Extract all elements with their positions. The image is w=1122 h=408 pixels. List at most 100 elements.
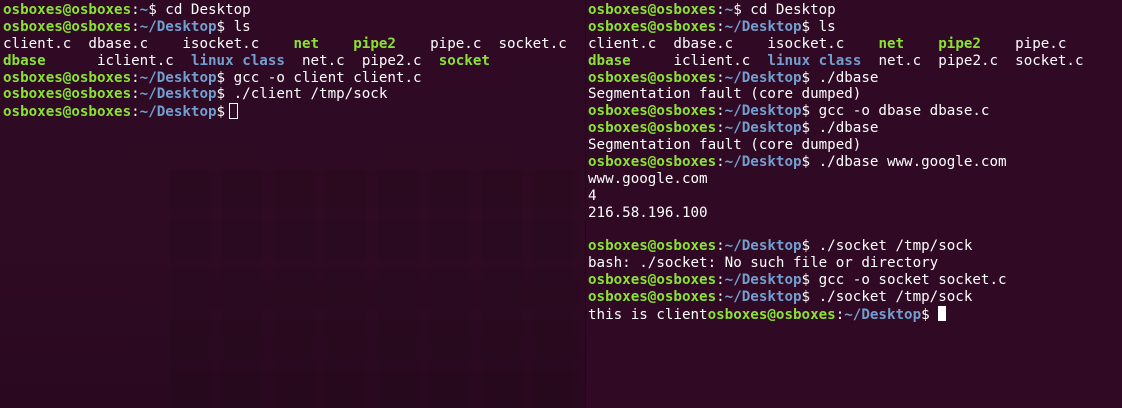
prompt-user: osboxes@osboxes [588, 120, 717, 137]
file-entry: client.c [588, 35, 674, 52]
terminal-line: osboxes@osboxes:~/Desktop$ ./socket /tmp… [588, 238, 973, 255]
prompt-path: ~/Desktop [724, 103, 802, 120]
file-entry: pipe.c [1015, 35, 1067, 52]
command-text: ./dbase [810, 69, 879, 86]
file-entry: client.c [3, 35, 89, 52]
command-text: ls [225, 18, 251, 35]
prompt-path: ~/Desktop [139, 86, 217, 103]
prompt-user: osboxes@osboxes [588, 69, 717, 86]
executable-entry: dbase [588, 52, 631, 69]
prompt-path: ~ [139, 2, 149, 18]
desktop: osboxes@osboxes:~$ cd Desktop osboxes@os… [0, 0, 1122, 408]
prompt-path: ~/Desktop [724, 238, 802, 255]
terminal-line: osboxes@osboxes:~/Desktop$ ./socket /tmp… [588, 289, 973, 306]
terminal-line: osboxes@osboxes:~/Desktop$ gcc -o socket… [588, 272, 1007, 289]
command-text: cd Desktop [156, 2, 251, 18]
prompt-user: osboxes@osboxes [3, 104, 132, 121]
file-entry: pipe2.c [361, 52, 439, 69]
executable-entry: dbase [3, 52, 46, 69]
executable-entry: pipe2 [353, 35, 396, 52]
prompt-path: ~/Desktop [724, 120, 802, 137]
terminal-right[interactable]: osboxes@osboxes:~$ cd Desktop osboxes@os… [585, 0, 1122, 408]
ls-output-line: dbase iclient.c linux class net.c pipe2.… [586, 53, 1122, 70]
ls-output-line: client.c dbase.c isocket.c net pipe2 pip… [586, 36, 1122, 53]
file-entry: dbase.c [673, 35, 768, 52]
executable-entry: socket [438, 52, 490, 69]
prompt-path: ~/Desktop [844, 307, 922, 324]
terminal-line: osboxes@osboxes:~/Desktop$ ./client /tmp… [3, 86, 388, 103]
output-line: Segmentation fault (core dumped) [588, 86, 862, 103]
file-entry: net.c [302, 52, 362, 69]
prompt-path: ~/Desktop [724, 18, 802, 35]
command-text: ./dbase [810, 120, 879, 137]
prompt-user: osboxes@osboxes [588, 238, 717, 255]
file-entry: iclient.c [673, 52, 768, 69]
terminal-line: osboxes@osboxes:~/Desktop$ gcc -o client… [3, 69, 422, 86]
executable-entry: pipe2 [938, 35, 981, 52]
directory-entry: linux [190, 52, 234, 69]
terminal-line: osboxes@osboxes:~/Desktop$ gcc -o dbase … [588, 103, 990, 120]
output-line: 216.58.196.100 [588, 204, 708, 221]
terminal-line: osboxes@osboxes:~$ cd Desktop [588, 2, 836, 18]
terminal-line: osboxes@osboxes:~/Desktop$ ./dbase [588, 69, 879, 86]
text-cursor-icon [937, 306, 946, 322]
terminal-line: osboxes@osboxes:~/Desktop$ ls [3, 18, 251, 35]
prompt-user: osboxes@osboxes [588, 18, 717, 35]
command-text: ./socket /tmp/sock [810, 289, 973, 306]
output-line: www.google.com [588, 170, 708, 187]
terminal-input-line[interactable]: this is clientosboxes@osboxes:~/Desktop$ [586, 306, 1122, 323]
text-cursor-icon [229, 103, 239, 120]
prompt-user: osboxes@osboxes [3, 18, 132, 35]
output-line: Segmentation fault (core dumped) [588, 137, 862, 154]
command-text: cd Desktop [741, 2, 836, 18]
terminal-line: osboxes@osboxes:~/Desktop$ ./dbase www.g… [588, 154, 1007, 171]
prompt-path: ~/Desktop [724, 272, 802, 289]
command-text: gcc -o socket socket.c [810, 272, 1007, 289]
prompt-user: osboxes@osboxes [3, 86, 132, 103]
output-text: this is client [588, 307, 708, 324]
output-line: bash: ./socket: No such file or director… [588, 255, 939, 272]
file-entry: pipe2.c [938, 52, 1016, 69]
command-text: ./dbase www.google.com [810, 154, 1007, 171]
directory-entry: class [818, 52, 862, 69]
directory-entry: linux [767, 52, 811, 69]
command-text: ./socket /tmp/sock [810, 238, 973, 255]
file-entry: socket.c [1015, 52, 1084, 69]
file-entry: isocket.c [182, 35, 294, 52]
prompt-user: osboxes@osboxes [588, 272, 717, 289]
prompt-path: ~ [724, 2, 734, 18]
executable-entry: net [293, 35, 320, 52]
prompt-user: osboxes@osboxes [588, 2, 717, 18]
prompt-user: osboxes@osboxes [588, 103, 717, 120]
terminal-line: osboxes@osboxes:~$ cd Desktop [3, 2, 251, 18]
prompt-user: osboxes@osboxes [588, 154, 717, 171]
prompt-path: ~/Desktop [139, 18, 217, 35]
prompt-path: ~/Desktop [139, 104, 217, 121]
prompt-user: osboxes@osboxes [3, 2, 132, 18]
ls-output-line: client.c dbase.c isocket.c net pipe2 pip… [0, 36, 585, 53]
command-text: gcc -o client client.c [225, 69, 422, 86]
ls-output-line: dbase iclient.c linux class net.c pipe2.… [0, 53, 585, 70]
prompt-path: ~/Desktop [724, 69, 802, 86]
prompt-path: ~/Desktop [724, 154, 802, 171]
output-line: 4 [588, 187, 597, 204]
command-text: gcc -o dbase dbase.c [810, 103, 990, 120]
file-entry: socket.c [498, 35, 567, 52]
terminal-input-line[interactable]: osboxes@osboxes:~/Desktop$ [0, 103, 585, 120]
prompt-user: osboxes@osboxes [588, 289, 717, 306]
terminal-left[interactable]: osboxes@osboxes:~$ cd Desktop osboxes@os… [0, 0, 585, 408]
prompt-user: osboxes@osboxes [707, 307, 836, 324]
file-entry: iclient.c [96, 52, 191, 69]
command-text: ls [810, 18, 836, 35]
command-text: ./client /tmp/sock [225, 86, 388, 103]
executable-entry: net [878, 35, 905, 52]
terminal-line: osboxes@osboxes:~/Desktop$ ls [588, 18, 836, 35]
file-entry: pipe.c [430, 35, 499, 52]
prompt-path: ~/Desktop [724, 289, 802, 306]
file-entry: net.c [878, 52, 939, 69]
file-entry: isocket.c [767, 35, 879, 52]
prompt-path: ~/Desktop [139, 69, 217, 86]
file-entry: dbase.c [88, 35, 183, 52]
prompt-user: osboxes@osboxes [3, 69, 132, 86]
